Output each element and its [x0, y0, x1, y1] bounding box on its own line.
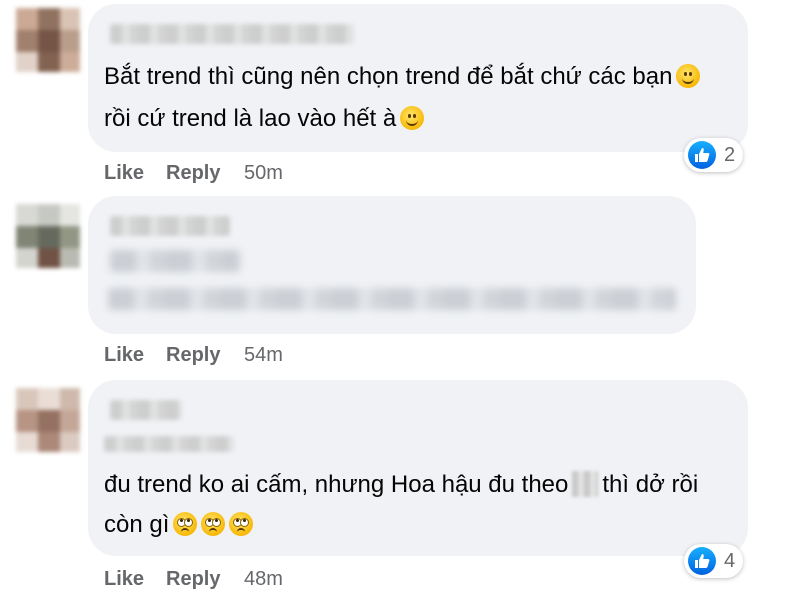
reaction-count: 2 — [724, 143, 736, 166]
face-with-rolling-eyes-icon — [201, 512, 226, 536]
like-link[interactable]: Like — [104, 344, 144, 367]
reply-link[interactable]: Reply — [166, 568, 220, 591]
timestamp[interactable]: 48m — [244, 568, 283, 591]
like-link[interactable]: Like — [104, 162, 144, 185]
avatar[interactable] — [16, 8, 80, 72]
comment-text: còn gì — [104, 504, 254, 546]
slightly-smiling-face-icon — [676, 64, 701, 88]
like-link[interactable]: Like — [104, 568, 144, 591]
comment-text-line: thì dở rồi — [602, 471, 699, 498]
like-reaction-icon — [688, 547, 716, 575]
author-name-redacted[interactable] — [110, 216, 230, 236]
comment-text-line: Bắt trend thì cũng nên chọn trend để bắt… — [104, 63, 673, 90]
timestamp[interactable]: 50m — [244, 162, 283, 185]
comment-text-line: đu trend ko ai cấm, nhưng Hoa hậu đu the… — [104, 471, 569, 498]
reaction-summary[interactable]: 4 — [684, 544, 744, 578]
comment-text-line: rồi cứ trend là lao vào hết à — [104, 105, 397, 132]
redacted-line — [110, 250, 240, 272]
author-name-redacted[interactable] — [110, 400, 182, 420]
reply-link[interactable]: Reply — [166, 344, 220, 367]
comment-text: đu trend ko ai cấm, nhưng Hoa hậu đu the… — [104, 464, 698, 506]
avatar[interactable] — [16, 388, 80, 452]
slightly-smiling-face-icon — [400, 106, 425, 130]
face-with-rolling-eyes-icon — [173, 512, 198, 536]
like-reaction-icon — [688, 141, 716, 169]
author-name-redacted[interactable] — [110, 24, 354, 44]
comment-text-redacted — [108, 288, 676, 310]
avatar[interactable] — [16, 204, 80, 268]
comment-text-line: còn gì — [104, 511, 170, 538]
timestamp[interactable]: 54m — [244, 344, 283, 367]
redacted-line — [104, 436, 234, 452]
comment-text: rồi cứ trend là lao vào hết à — [104, 98, 425, 140]
face-with-rolling-eyes-icon — [229, 512, 254, 536]
reaction-summary[interactable]: 2 — [684, 138, 744, 172]
reply-link[interactable]: Reply — [166, 162, 220, 185]
comment-text: Bắt trend thì cũng nên chọn trend để bắt… — [104, 56, 701, 98]
reaction-count: 4 — [724, 549, 736, 572]
censored-word — [572, 471, 599, 497]
